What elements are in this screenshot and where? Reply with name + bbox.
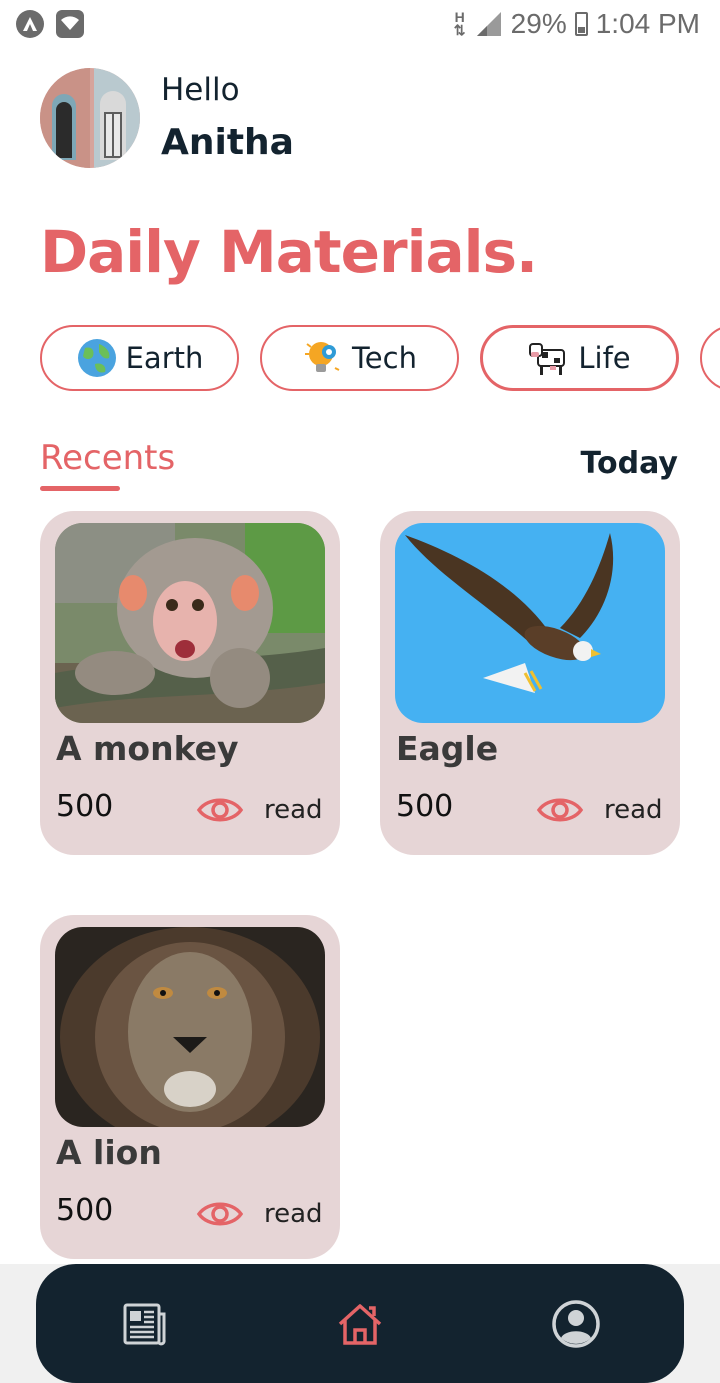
article-card-monkey[interactable]: A monkey 500 read (40, 511, 340, 855)
category-label: Earth (125, 341, 204, 375)
profile-icon (552, 1300, 600, 1348)
view-count: 500 (56, 789, 114, 824)
category-chip-earth[interactable]: Earth (40, 325, 239, 391)
read-link[interactable]: read (604, 795, 663, 825)
tab-recents[interactable]: Recents (40, 438, 175, 478)
card-title: Eagle (396, 729, 499, 768)
cow-icon (528, 337, 570, 379)
clock: 1:04 PM (595, 8, 700, 39)
avatar[interactable] (40, 68, 140, 168)
mobile-data-icon: H ⇅ (453, 9, 466, 38)
nav-newspaper-button[interactable] (118, 1298, 170, 1350)
page-title: Daily Materials. (40, 218, 538, 286)
greeting-text: Hello (161, 72, 240, 108)
category-label: Life (578, 341, 631, 375)
eagle-photo (395, 523, 665, 723)
user-name: Anitha (161, 122, 294, 163)
article-card-eagle[interactable]: Eagle 500 read (380, 511, 680, 855)
monkey-photo (55, 523, 325, 723)
category-chip-tech[interactable]: Tech (260, 325, 459, 391)
app-notification-icon (16, 10, 44, 38)
tab-today[interactable]: Today (581, 446, 678, 481)
card-title: A monkey (56, 729, 239, 768)
status-bar: H ⇅ 29% 1:04 PM (0, 0, 720, 50)
battery-icon (574, 12, 588, 36)
eye-icon (196, 798, 244, 822)
tab-active-indicator (40, 486, 120, 491)
nav-profile-button[interactable] (550, 1298, 602, 1350)
bottom-nav (36, 1264, 684, 1383)
card-title: A lion (56, 1133, 162, 1172)
lion-photo (55, 927, 325, 1127)
article-card-lion[interactable]: A lion 500 read (40, 915, 340, 1259)
newspaper-icon (123, 1303, 166, 1346)
earth-globe-icon (76, 337, 118, 379)
category-chip-more[interactable] (700, 325, 720, 391)
view-count: 500 (56, 1193, 114, 1228)
category-label: Tech (352, 341, 417, 375)
category-chip-life[interactable]: Life (480, 325, 679, 391)
eye-icon (196, 1202, 244, 1226)
read-link[interactable]: read (264, 795, 323, 825)
eye-icon (536, 798, 584, 822)
battery-percent: 29% (510, 8, 567, 39)
home-icon (338, 1304, 382, 1345)
nav-home-button[interactable] (334, 1298, 386, 1350)
lightbulb-gear-icon (302, 337, 344, 379)
view-count: 500 (396, 789, 454, 824)
wifi-icon (56, 10, 84, 38)
read-link[interactable]: read (264, 1199, 323, 1229)
signal-icon (476, 12, 501, 36)
category-chips: Earth Tech Life (40, 325, 720, 393)
